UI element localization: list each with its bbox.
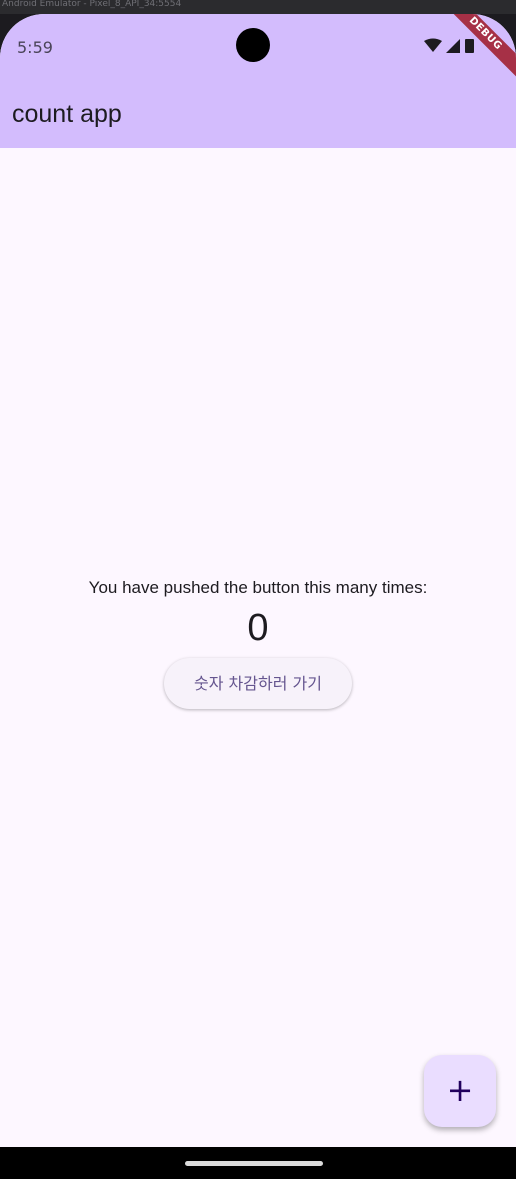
status-time: 5:59 bbox=[17, 38, 53, 57]
home-gesture-handle[interactable] bbox=[185, 1161, 323, 1166]
emulator-title: Android Emulator - Pixel_8_API_34:5554 bbox=[2, 0, 182, 9]
app-bar: count app bbox=[0, 78, 516, 148]
status-bar: 5:59 DEBUG bbox=[0, 14, 516, 86]
counter-caption: You have pushed the button this many tim… bbox=[88, 578, 428, 597]
battery-icon bbox=[465, 39, 474, 53]
system-nav-bar bbox=[0, 1147, 516, 1179]
plus-icon: + bbox=[446, 1071, 474, 1109]
increment-fab-button[interactable]: + bbox=[424, 1055, 496, 1127]
page-title: count app bbox=[12, 100, 122, 128]
cell-signal-icon bbox=[446, 39, 460, 53]
status-icons bbox=[424, 38, 474, 53]
counter-section: You have pushed the button this many tim… bbox=[0, 578, 516, 709]
device-screen: 5:59 DEBUG count app You have pushed the… bbox=[0, 14, 516, 1147]
wifi-icon bbox=[424, 38, 442, 52]
go-decrement-button[interactable]: 숫자 차감하러 가기 bbox=[164, 658, 352, 709]
body-area: You have pushed the button this many tim… bbox=[0, 148, 516, 1147]
emulator-title-bar: Android Emulator - Pixel_8_API_34:5554 bbox=[0, 0, 516, 14]
camera-cutout bbox=[236, 28, 270, 62]
counter-value: 0 bbox=[247, 607, 269, 649]
